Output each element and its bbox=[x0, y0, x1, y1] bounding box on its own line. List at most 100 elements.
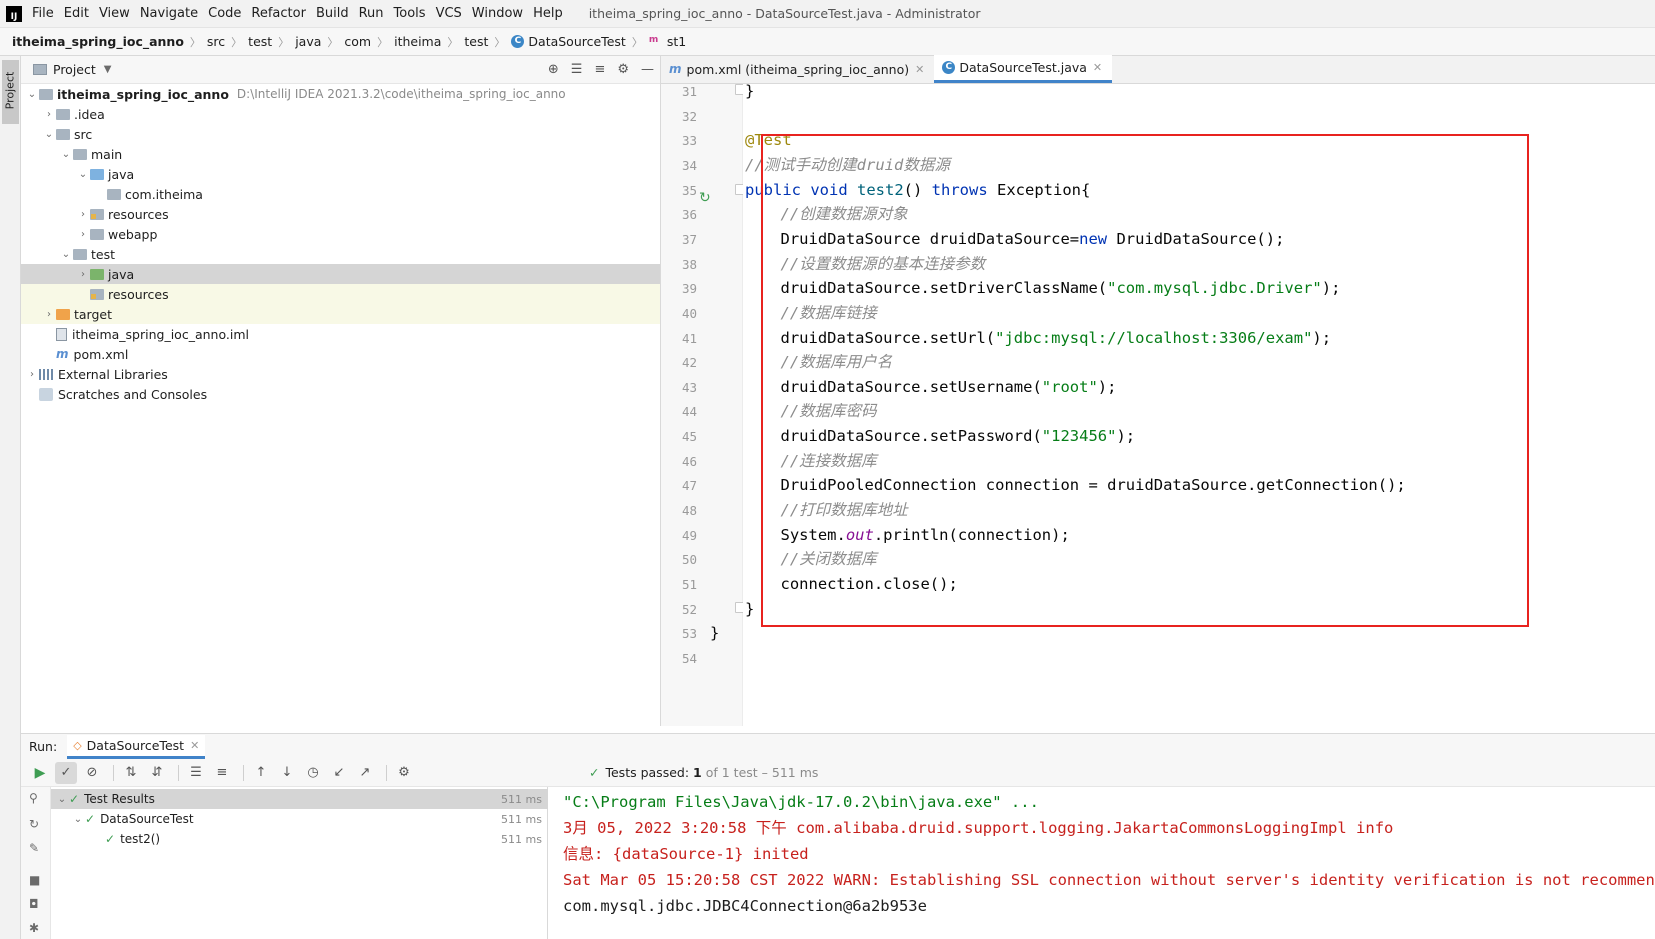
tree-item-main[interactable]: ⌄ main bbox=[21, 144, 660, 164]
sort-by-duration-icon[interactable]: ⇵ bbox=[146, 762, 168, 784]
menu-edit[interactable]: Edit bbox=[64, 6, 89, 21]
tree-item-webapp[interactable]: › webapp bbox=[21, 224, 660, 244]
sort-alphabetically-icon[interactable]: ⇅ bbox=[120, 762, 142, 784]
test-class-row[interactable]: ⌄ ✓ DataSourceTest 511 ms bbox=[51, 809, 548, 829]
menu-tools[interactable]: Tools bbox=[394, 6, 426, 21]
line-number: 54 bbox=[681, 650, 697, 666]
maven-icon: m bbox=[669, 62, 682, 76]
console-output[interactable]: "C:\Program Files\Java\jdk-17.0.2\bin\ja… bbox=[549, 787, 1655, 939]
test-method-row[interactable]: ✓ test2() 511 ms bbox=[51, 829, 548, 849]
export-tests-icon[interactable]: ↗ bbox=[354, 762, 376, 784]
debug-icon[interactable]: ⚲ bbox=[29, 791, 43, 805]
tab-pom-xml[interactable]: m pom.xml (itheima_spring_ioc_anno) ✕ bbox=[661, 55, 934, 83]
menu-vcs[interactable]: VCS bbox=[436, 6, 462, 21]
close-icon[interactable]: ✕ bbox=[1093, 61, 1102, 74]
menu-build[interactable]: Build bbox=[316, 6, 349, 21]
tree-item-src[interactable]: ⌄ src bbox=[21, 124, 660, 144]
expand-all-icon[interactable]: ☰ bbox=[185, 762, 207, 784]
breadcrumb-java[interactable]: java bbox=[295, 34, 321, 49]
collapse-all-icon[interactable]: ≡ bbox=[594, 62, 605, 77]
run-test-icon[interactable]: ↻ bbox=[699, 190, 711, 206]
tree-item-scratches[interactable]: Scratches and Consoles bbox=[21, 384, 660, 404]
menu-view[interactable]: View bbox=[99, 6, 130, 21]
gear-icon[interactable]: ⚙ bbox=[617, 62, 629, 77]
chevron-right-icon[interactable]: › bbox=[76, 229, 90, 240]
collapse-all-icon[interactable]: ≡ bbox=[211, 762, 233, 784]
chevron-down-icon[interactable]: ⌄ bbox=[76, 169, 90, 180]
tree-item-test-java[interactable]: › java bbox=[21, 264, 660, 284]
wrench-icon[interactable]: ✎ bbox=[29, 841, 43, 855]
breadcrumb-project[interactable]: itheima_spring_ioc_anno bbox=[12, 34, 184, 49]
menu-refactor[interactable]: Refactor bbox=[251, 6, 306, 21]
chevron-right-icon: 〉 bbox=[631, 35, 643, 49]
expand-all-icon[interactable]: ☰ bbox=[571, 62, 583, 77]
chevron-down-icon[interactable]: ▼ bbox=[104, 64, 112, 75]
tree-item-external-libraries[interactable]: › External Libraries bbox=[21, 364, 660, 384]
breadcrumb-method[interactable]: m st1 bbox=[649, 34, 686, 49]
chevron-down-icon[interactable]: ⌄ bbox=[59, 149, 73, 160]
chevron-right-icon[interactable]: › bbox=[42, 309, 56, 320]
show-passed-icon[interactable]: ✓ bbox=[55, 761, 77, 784]
tree-item-iml[interactable]: itheima_spring_ioc_anno.iml bbox=[21, 324, 660, 344]
tree-item-test-resources[interactable]: resources bbox=[21, 284, 660, 304]
tree-item-project-root[interactable]: ⌄ itheima_spring_ioc_anno D:\IntelliJ ID… bbox=[21, 84, 660, 104]
console-line: 3月 05, 2022 3:20:58 下午 com.alibaba.druid… bbox=[563, 819, 1394, 837]
locate-file-icon[interactable]: ⊕ bbox=[548, 62, 559, 77]
refresh-icon[interactable]: ↻ bbox=[29, 817, 43, 831]
tree-item-test[interactable]: ⌄ test bbox=[21, 244, 660, 264]
breadcrumb-class[interactable]: C DataSourceTest bbox=[511, 34, 626, 49]
breadcrumb-src[interactable]: src bbox=[207, 34, 225, 49]
menu-run[interactable]: Run bbox=[359, 6, 384, 21]
menu-code[interactable]: Code bbox=[208, 6, 241, 21]
tree-item-idea[interactable]: › .idea bbox=[21, 104, 660, 124]
project-tool-window-tab[interactable]: Project bbox=[2, 60, 19, 124]
chevron-down-icon[interactable]: ⌄ bbox=[71, 814, 85, 825]
breadcrumb-test-package[interactable]: test bbox=[464, 34, 488, 49]
tree-item-package[interactable]: com.itheima bbox=[21, 184, 660, 204]
source-folder-icon bbox=[90, 168, 104, 180]
tree-item-main-resources[interactable]: › resources bbox=[21, 204, 660, 224]
settings-icon[interactable]: ✱ bbox=[29, 921, 43, 935]
tree-item-target[interactable]: › target bbox=[21, 304, 660, 324]
close-icon[interactable]: ✕ bbox=[915, 63, 924, 76]
chevron-down-icon[interactable]: ⌄ bbox=[59, 249, 73, 260]
import-tests-icon[interactable]: ↙ bbox=[328, 762, 350, 784]
chevron-right-icon[interactable]: › bbox=[76, 269, 90, 280]
rerun-icon[interactable]: ▶ bbox=[29, 762, 51, 784]
chevron-right-icon[interactable]: › bbox=[76, 209, 90, 220]
tab-run-datasourcetest[interactable]: ◇ DataSourceTest ✕ bbox=[67, 734, 206, 759]
menu-help[interactable]: Help bbox=[533, 6, 563, 21]
stop-icon[interactable]: ■ bbox=[29, 873, 43, 887]
chevron-right-icon[interactable]: › bbox=[25, 369, 39, 380]
intellij-logo-icon[interactable]: IJ bbox=[6, 5, 22, 22]
menu-window[interactable]: Window bbox=[472, 6, 523, 21]
chevron-down-icon[interactable]: ⌄ bbox=[55, 794, 69, 805]
previous-failed-icon[interactable]: ↑ bbox=[250, 762, 272, 784]
package-icon bbox=[107, 188, 121, 200]
chevron-down-icon[interactable]: ⌄ bbox=[42, 129, 56, 140]
tree-item-pom[interactable]: m pom.xml bbox=[21, 344, 660, 364]
breadcrumb-test[interactable]: test bbox=[248, 34, 272, 49]
menu-navigate[interactable]: Navigate bbox=[140, 6, 198, 21]
close-icon[interactable]: ✕ bbox=[190, 739, 199, 752]
test-history-icon[interactable]: ◷ bbox=[302, 762, 324, 784]
check-icon: ✓ bbox=[589, 765, 600, 780]
tab-datasourcetest[interactable]: C DataSourceTest.java ✕ bbox=[934, 55, 1113, 83]
hide-panel-icon[interactable]: — bbox=[641, 62, 654, 77]
breadcrumb-com[interactable]: com bbox=[344, 34, 371, 49]
code-editor[interactable]: } @Test //测试手动创建druid数据源 public void test2(… bbox=[710, 82, 1655, 726]
next-failed-icon[interactable]: ↓ bbox=[276, 762, 298, 784]
code-line: } bbox=[745, 78, 754, 104]
project-view-selector[interactable]: Project bbox=[53, 62, 96, 77]
show-ignored-icon[interactable]: ⊘ bbox=[81, 762, 103, 784]
tree-item-main-java[interactable]: ⌄ java bbox=[21, 164, 660, 184]
breadcrumb-itheima[interactable]: itheima bbox=[394, 34, 441, 49]
menu-file[interactable]: File bbox=[32, 6, 54, 21]
chevron-right-icon: 〉 bbox=[377, 35, 389, 49]
test-results-root[interactable]: ⌄ ✓ Test Results 511 ms bbox=[51, 789, 548, 809]
chevron-down-icon[interactable]: ⌄ bbox=[25, 89, 39, 100]
camera-icon[interactable]: ◘ bbox=[29, 897, 43, 911]
chevron-right-icon[interactable]: › bbox=[42, 109, 56, 120]
chevron-right-icon: 〉 bbox=[494, 35, 506, 49]
gear-icon[interactable]: ⚙ bbox=[393, 762, 415, 784]
